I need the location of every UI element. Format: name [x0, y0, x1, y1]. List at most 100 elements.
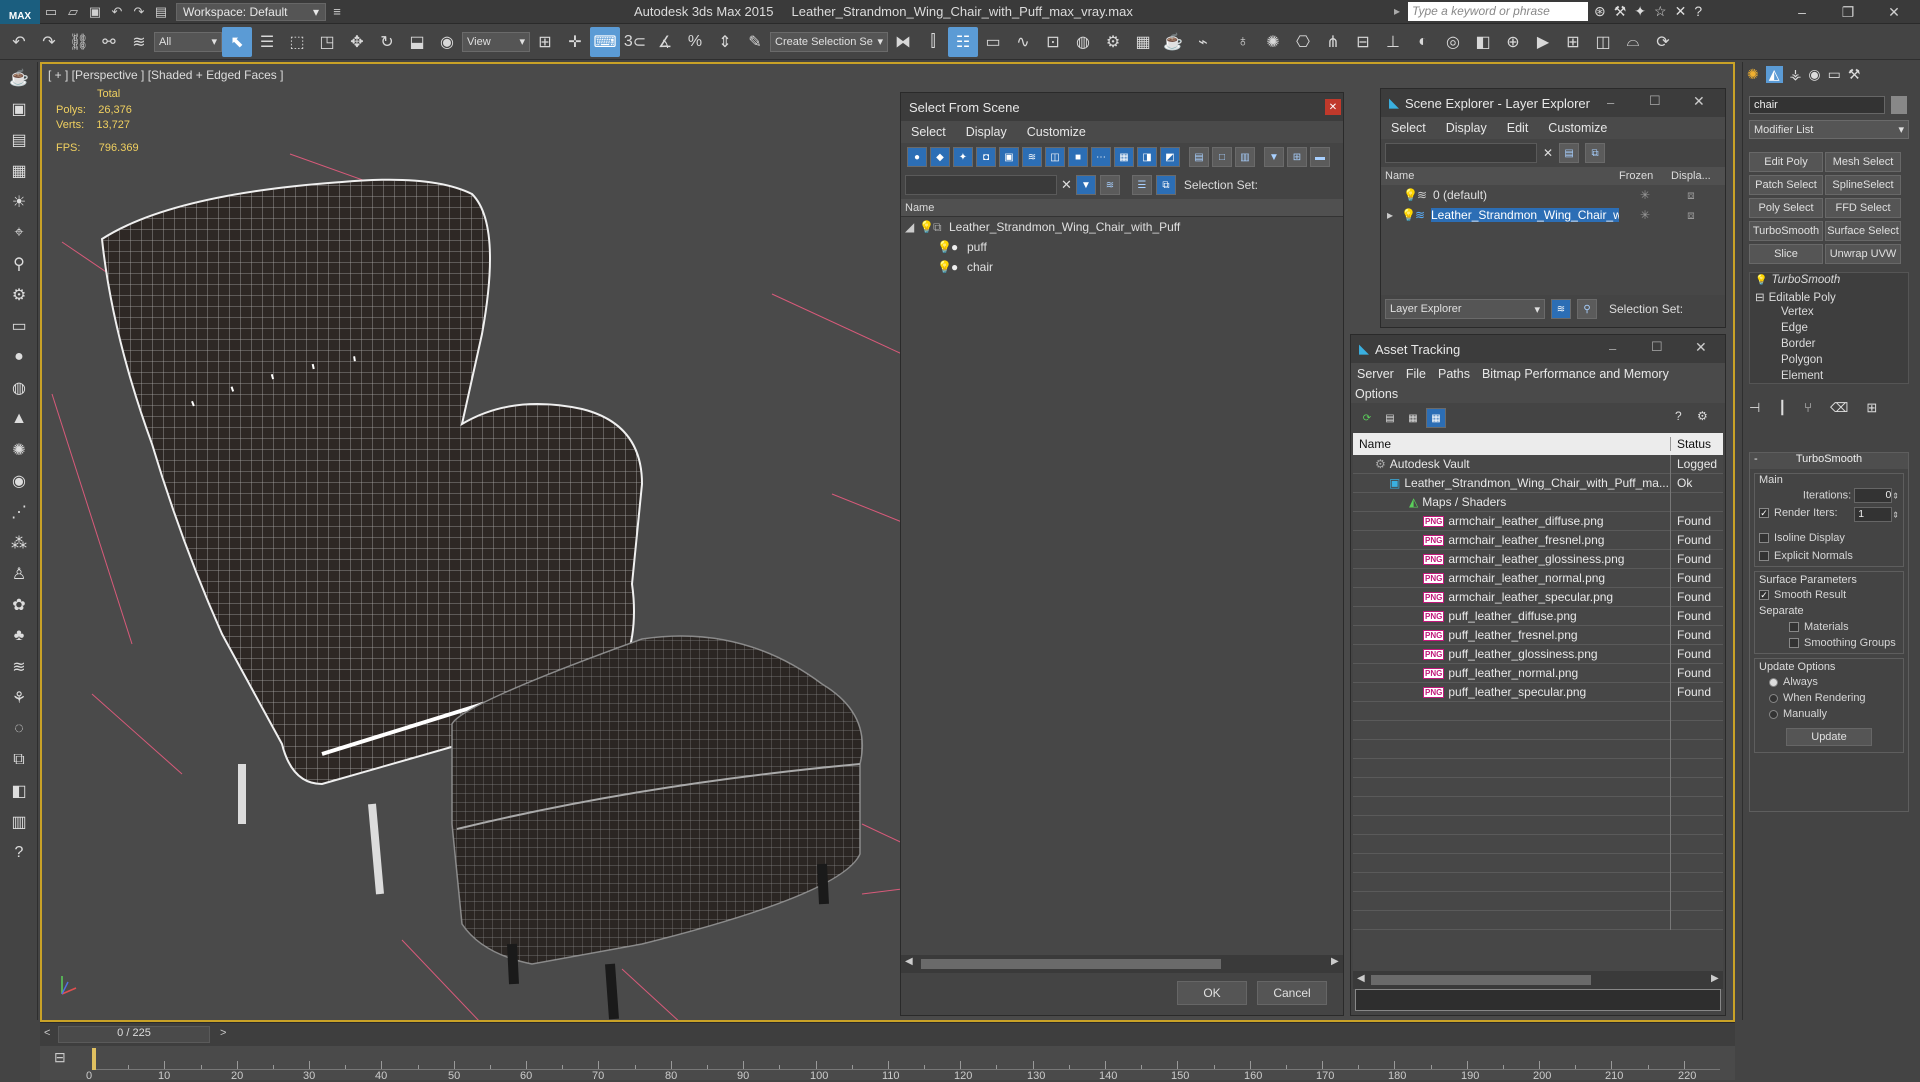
- exchange-icon[interactable]: ✕: [1675, 3, 1687, 20]
- vray-frame-buffer-icon[interactable]: ◎: [1438, 27, 1468, 57]
- col-name[interactable]: Name: [1381, 170, 1619, 182]
- modifier-list-dropdown[interactable]: Modifier List ▾: [1749, 120, 1909, 139]
- render-setup-icon[interactable]: ⚙: [1098, 27, 1128, 57]
- vray-scene-converter-icon[interactable]: ⟳: [1648, 27, 1678, 57]
- max-logo-icon[interactable]: MAX: [0, 0, 40, 24]
- cone-icon[interactable]: ▲: [0, 403, 38, 434]
- plane-icon[interactable]: ▭: [0, 310, 38, 341]
- smoothing-groups-checkbox[interactable]: [1789, 638, 1799, 649]
- project-folder-icon[interactable]: ▤: [150, 2, 172, 22]
- filter-active-icon[interactable]: ▼: [1075, 175, 1096, 195]
- teapot-icon[interactable]: ☕: [0, 62, 38, 93]
- remove-modifier-icon[interactable]: ⌫: [1830, 400, 1848, 416]
- biped-icon[interactable]: ♙: [0, 558, 38, 589]
- spinner-arrows-icon[interactable]: ⇕: [1892, 510, 1899, 519]
- asset-row-map[interactable]: PNG puff_leather_specular.png Found: [1353, 682, 1723, 702]
- unlink-icon[interactable]: ⚯: [94, 27, 124, 57]
- light-bulb-icon[interactable]: 💡: [1401, 208, 1416, 222]
- snaps-toggle-icon[interactable]: 3 ⊂: [620, 27, 650, 57]
- help-icon[interactable]: ?: [1675, 409, 1682, 423]
- display-icon[interactable]: ⧈: [1671, 208, 1711, 223]
- redo-icon[interactable]: ↷: [34, 27, 64, 57]
- display-icon[interactable]: ⧈: [1671, 188, 1711, 203]
- layer-mode-icon[interactable]: ≋: [1551, 299, 1571, 319]
- time-slider-prev-icon[interactable]: <: [44, 1027, 50, 1039]
- open-file-icon[interactable]: ▱: [62, 2, 84, 22]
- stack-border[interactable]: Border: [1781, 338, 1816, 350]
- maximize-icon[interactable]: ☐: [1651, 339, 1663, 355]
- edit-poly-button[interactable]: Edit Poly: [1749, 152, 1823, 172]
- asset-row-map[interactable]: PNG puff_leather_fresnel.png Found: [1353, 625, 1723, 645]
- table-view-icon[interactable]: ▦: [1426, 408, 1446, 428]
- collapse-box-icon[interactable]: ⊟: [1755, 292, 1765, 304]
- asset-row-map[interactable]: PNG armchair_leather_diffuse.png Found: [1353, 511, 1723, 531]
- clear-search-icon[interactable]: ✕: [1543, 146, 1553, 160]
- time-slider-next-icon[interactable]: >: [220, 1027, 226, 1039]
- select-by-name-icon[interactable]: ☰: [252, 27, 282, 57]
- close-icon[interactable]: ✕: [1876, 2, 1912, 22]
- asset-row-max-file[interactable]: ▣ Leather_Strandmon_Wing_Chair_with_Puff_…: [1353, 473, 1723, 493]
- asset-row-vault[interactable]: ⚙ Autodesk Vault Logged: [1353, 455, 1723, 474]
- light-bulb-icon[interactable]: 💡: [937, 260, 952, 274]
- hierarchy-icon[interactable]: ⊞: [1287, 147, 1307, 167]
- sun-icon[interactable]: ✺: [0, 434, 38, 465]
- collapse-arrow-icon[interactable]: ◢: [905, 220, 919, 234]
- undo-icon[interactable]: ↶: [4, 27, 34, 57]
- minimize-icon[interactable]: –: [1607, 95, 1614, 110]
- scrollbar-thumb[interactable]: [1371, 975, 1591, 985]
- poly-select-button[interactable]: Poly Select: [1749, 198, 1823, 218]
- selection-filter-dropdown[interactable]: All ▾: [154, 31, 222, 52]
- display-tab-icon[interactable]: ▭: [1828, 66, 1841, 83]
- scroll-left-icon[interactable]: ◀: [905, 956, 913, 967]
- light-icon[interactable]: ☀: [0, 186, 38, 217]
- edit-named-selections-icon[interactable]: ✎: [740, 27, 770, 57]
- pivot-center-icon[interactable]: ⊞: [530, 27, 560, 57]
- globe-icon[interactable]: ◌: [0, 713, 38, 744]
- display-containers-icon[interactable]: ▦: [1114, 147, 1134, 167]
- ok-button[interactable]: OK: [1177, 981, 1247, 1005]
- named-selection-set-dropdown[interactable]: Create Selection Se ▾: [770, 31, 888, 52]
- filter-icon[interactable]: ▼: [1264, 147, 1284, 167]
- help-icon[interactable]: ?: [1694, 3, 1702, 20]
- grid-icon[interactable]: ▦: [0, 155, 38, 186]
- thumbnail-view-icon[interactable]: ▦: [1403, 408, 1423, 428]
- redo-icon[interactable]: ↷: [128, 2, 150, 22]
- col-status[interactable]: Status: [1671, 437, 1711, 451]
- asset-path-input[interactable]: [1355, 989, 1721, 1011]
- frozen-icon[interactable]: ✳: [1619, 208, 1671, 222]
- mesh-select-button[interactable]: Mesh Select: [1825, 152, 1901, 172]
- spacewarp-icon[interactable]: ⚙: [0, 279, 38, 310]
- schematic-view-icon[interactable]: ⊡: [1038, 27, 1068, 57]
- close-icon[interactable]: ✕: [1325, 99, 1341, 115]
- maximize-icon[interactable]: ☐: [1649, 93, 1661, 109]
- asset-row-map[interactable]: PNG armchair_leather_specular.png Found: [1353, 587, 1723, 607]
- asset-row-map[interactable]: PNG armchair_leather_fresnel.png Found: [1353, 530, 1723, 550]
- percent-snap-icon[interactable]: %: [680, 27, 710, 57]
- rotate-icon[interactable]: ↻: [372, 27, 402, 57]
- explicit-normals-checkbox[interactable]: [1759, 551, 1769, 562]
- col-display[interactable]: Displa...: [1671, 170, 1723, 182]
- time-slider[interactable]: < 0 / 225 >: [40, 1022, 1735, 1046]
- refresh-icon[interactable]: ⟳: [1357, 408, 1377, 428]
- asset-row-map[interactable]: PNG puff_leather_diffuse.png Found: [1353, 606, 1723, 626]
- display-cameras-icon[interactable]: ◘: [976, 147, 996, 167]
- hierarchy-tab-icon[interactable]: ⚶: [1790, 66, 1802, 83]
- stack-polygon[interactable]: Polygon: [1781, 354, 1823, 366]
- layer-options-icon[interactable]: ⧉: [1585, 143, 1606, 163]
- display-none-icon[interactable]: □: [1212, 147, 1232, 167]
- modify-tab-icon[interactable]: ◭: [1765, 65, 1783, 83]
- save-file-icon[interactable]: ▣: [84, 2, 106, 22]
- scrollbar-thumb[interactable]: [921, 959, 1221, 969]
- curve-editor-icon[interactable]: ∿: [1008, 27, 1038, 57]
- particle-icon[interactable]: ⁂: [0, 527, 38, 558]
- box-icon[interactable]: ▣: [0, 93, 38, 124]
- menu-bitmap-performance[interactable]: Bitmap Performance and Memory: [1476, 367, 1675, 381]
- vray-sun-icon[interactable]: ✺: [1258, 27, 1288, 57]
- hair-fur-icon[interactable]: ≋: [0, 651, 38, 682]
- keyboard-shortcut-override-icon[interactable]: ⌨: [590, 26, 620, 57]
- display-geometry-icon[interactable]: ●: [907, 147, 927, 167]
- menu-select[interactable]: Select: [901, 125, 956, 139]
- spinner-snap-icon[interactable]: ⇕: [710, 27, 740, 57]
- minimize-icon[interactable]: –: [1784, 2, 1820, 22]
- sphere-icon[interactable]: ●: [0, 341, 38, 372]
